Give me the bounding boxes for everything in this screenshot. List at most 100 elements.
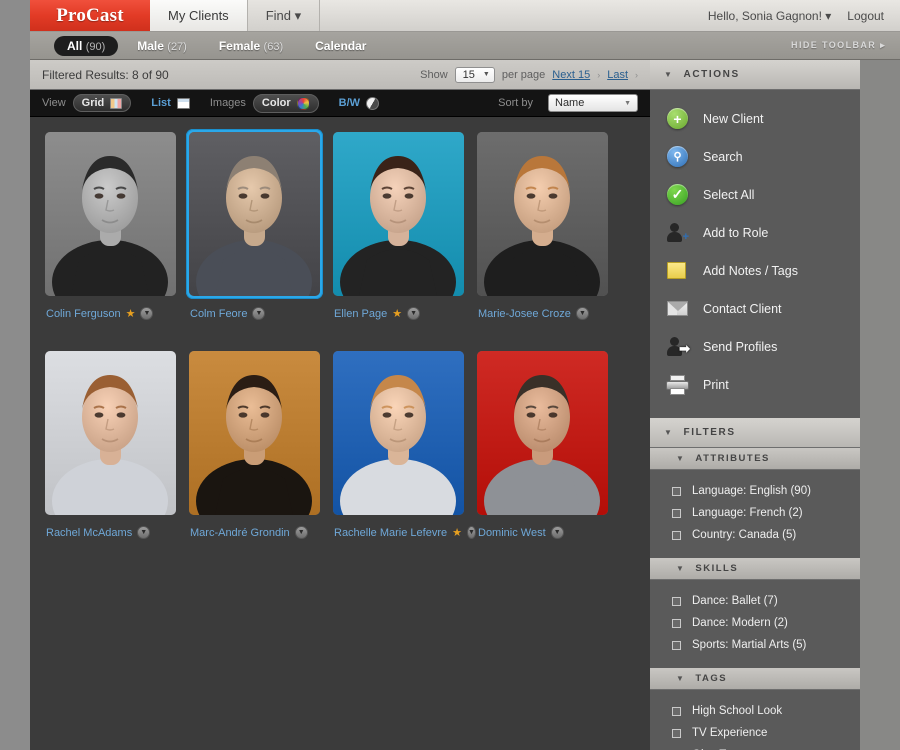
view-grid-label: Grid bbox=[81, 97, 105, 109]
filters-panel-header[interactable]: ▼ FILTERS bbox=[650, 418, 860, 448]
client-options-menu[interactable]: ▼ bbox=[294, 526, 308, 539]
action-select-all[interactable]: ✓ Select All bbox=[650, 176, 860, 214]
tab-all-label: All bbox=[67, 38, 83, 53]
last-page-link[interactable]: Last bbox=[607, 69, 628, 81]
client-card[interactable]: Colm Feore ▼ bbox=[186, 129, 330, 320]
view-list-button[interactable]: List bbox=[143, 95, 198, 111]
filter-option[interactable]: Language: French (2) bbox=[650, 502, 860, 524]
actions-panel-header[interactable]: ▼ ACTIONS bbox=[650, 60, 860, 90]
filter-option[interactable]: TV Experience bbox=[650, 722, 860, 744]
client-name[interactable]: Dominic West bbox=[478, 527, 546, 539]
client-card[interactable]: Marie-Josee Croze ▼ bbox=[474, 129, 618, 320]
filter-option-label: Dance: Ballet (7) bbox=[692, 595, 778, 607]
client-photo[interactable] bbox=[333, 351, 464, 515]
filter-group-header-skills[interactable]: ▼ SKILLS bbox=[650, 558, 860, 580]
checkbox-icon[interactable] bbox=[672, 596, 681, 606]
sort-by-select[interactable]: Name ▼ bbox=[548, 94, 638, 112]
images-bw-button[interactable]: B/W bbox=[331, 95, 387, 112]
next-page-link[interactable]: Next 15 bbox=[552, 69, 590, 81]
client-options-menu[interactable]: ▼ bbox=[575, 307, 589, 320]
client-thumbnail-box[interactable] bbox=[42, 129, 179, 299]
client-name[interactable]: Rachel McAdams bbox=[46, 527, 132, 539]
client-name[interactable]: Marie-Josee Croze bbox=[478, 308, 571, 320]
client-options-menu[interactable]: ▼ bbox=[137, 526, 151, 539]
client-thumbnail-box[interactable] bbox=[186, 129, 323, 299]
client-thumbnail-box[interactable] bbox=[330, 129, 467, 299]
triangle-down-icon: ▼ bbox=[676, 564, 686, 573]
checkbox-icon[interactable] bbox=[672, 618, 681, 628]
filter-option-label: Language: English (90) bbox=[692, 485, 811, 497]
filter-option[interactable]: Glee Type bbox=[650, 744, 860, 750]
client-photo[interactable] bbox=[477, 351, 608, 515]
nav-tab-my-clients[interactable]: My Clients bbox=[150, 0, 248, 31]
hide-toolbar-button[interactable]: HIDE TOOLBAR ▸ bbox=[791, 40, 886, 51]
action-add-to-role[interactable]: + Add to Role bbox=[650, 214, 860, 252]
filter-option[interactable]: High School Look bbox=[650, 700, 860, 722]
client-photo[interactable] bbox=[45, 351, 176, 515]
client-options-menu[interactable]: ▼ bbox=[140, 307, 154, 320]
action-search[interactable]: ⚲ Search bbox=[650, 138, 860, 176]
checkbox-icon[interactable] bbox=[672, 508, 681, 518]
client-filter-tabs: All (90) Male (27) Female (63) Calendar … bbox=[30, 32, 900, 60]
checkbox-icon[interactable] bbox=[672, 486, 681, 496]
action-print[interactable]: Print bbox=[650, 366, 860, 404]
filter-group-header-attributes[interactable]: ▼ ATTRIBUTES bbox=[650, 448, 860, 470]
client-options-menu[interactable]: ▼ bbox=[252, 307, 266, 320]
tab-male[interactable]: Male (27) bbox=[124, 36, 200, 56]
client-name[interactable]: Marc-André Grondin bbox=[190, 527, 290, 539]
filter-option[interactable]: Language: English (90) bbox=[650, 480, 860, 502]
client-card-meta: Rachelle Marie Lefevre ★ ▼ bbox=[330, 526, 476, 539]
topbar-user-area: Hello, Sonia Gagnon! ▾ Logout bbox=[691, 0, 900, 31]
client-card[interactable]: Rachel McAdams ▼ bbox=[42, 348, 186, 539]
action-label: Send Profiles bbox=[703, 340, 778, 354]
filter-option[interactable]: Dance: Ballet (7) bbox=[650, 590, 860, 612]
client-card[interactable]: Colin Ferguson ★ ▼ bbox=[42, 129, 186, 320]
client-thumbnail-box[interactable] bbox=[42, 348, 179, 518]
filter-option[interactable]: Dance: Modern (2) bbox=[650, 612, 860, 634]
client-card[interactable]: Rachelle Marie Lefevre ★ ▼ bbox=[330, 348, 476, 539]
client-name[interactable]: Colm Feore bbox=[190, 308, 247, 320]
checkbox-icon[interactable] bbox=[672, 728, 681, 738]
client-options-menu[interactable]: ▼ bbox=[550, 526, 564, 539]
tab-all[interactable]: All (90) bbox=[54, 35, 119, 56]
procast-app-window: ProCast My Clients Find ▾ Hello, Sonia G… bbox=[30, 0, 900, 750]
user-greeting-menu[interactable]: Hello, Sonia Gagnon! ▾ bbox=[708, 9, 831, 23]
client-thumbnail-box[interactable] bbox=[330, 348, 467, 518]
client-name[interactable]: Colin Ferguson bbox=[46, 308, 121, 320]
action-contact-client[interactable]: Contact Client bbox=[650, 290, 860, 328]
images-color-button[interactable]: Color bbox=[252, 93, 319, 113]
client-photo[interactable] bbox=[477, 132, 608, 296]
client-card[interactable]: Dominic West ▼ bbox=[474, 348, 618, 539]
logout-link[interactable]: Logout bbox=[847, 9, 884, 23]
client-photo[interactable] bbox=[189, 132, 320, 296]
filter-group-items: High School Look TV Experience Glee Type bbox=[650, 690, 860, 750]
client-card[interactable]: Ellen Page ★ ▼ bbox=[330, 129, 474, 320]
client-options-menu[interactable]: ▼ bbox=[407, 307, 421, 320]
tab-calendar[interactable]: Calendar bbox=[302, 36, 379, 56]
client-thumbnail-box[interactable] bbox=[474, 129, 611, 299]
client-photo[interactable] bbox=[333, 132, 464, 296]
filter-option[interactable]: Sports: Martial Arts (5) bbox=[650, 634, 860, 656]
checkbox-icon[interactable] bbox=[672, 640, 681, 650]
view-grid-button[interactable]: Grid bbox=[72, 94, 132, 112]
client-name[interactable]: Ellen Page bbox=[334, 308, 387, 320]
client-photo[interactable] bbox=[189, 351, 320, 515]
action-send-profiles[interactable]: ➡ Send Profiles bbox=[650, 328, 860, 366]
checkbox-icon[interactable] bbox=[672, 530, 681, 540]
client-photo[interactable] bbox=[45, 132, 176, 296]
tab-female[interactable]: Female (63) bbox=[206, 36, 296, 56]
checkbox-icon[interactable] bbox=[672, 706, 681, 716]
nav-tab-find[interactable]: Find ▾ bbox=[247, 0, 321, 31]
action-add-notes-tags[interactable]: Add Notes / Tags bbox=[650, 252, 860, 290]
client-thumbnail-box[interactable] bbox=[474, 348, 611, 518]
person-plus-icon: + bbox=[667, 223, 689, 243]
view-options-toolbar: View Grid List Images Color B/W Sort by … bbox=[30, 90, 650, 117]
filter-group-header-tags[interactable]: ▼ TAGS bbox=[650, 668, 860, 690]
filter-group-title: TAGS bbox=[695, 673, 728, 684]
action-new-client[interactable]: + New Client bbox=[650, 100, 860, 138]
client-card[interactable]: Marc-André Grondin ▼ bbox=[186, 348, 330, 539]
client-thumbnail-box[interactable] bbox=[186, 348, 323, 518]
per-page-select[interactable]: 15 ▼ bbox=[454, 66, 495, 83]
filter-option[interactable]: Country: Canada (5) bbox=[650, 524, 860, 546]
client-name[interactable]: Rachelle Marie Lefevre bbox=[334, 527, 447, 539]
